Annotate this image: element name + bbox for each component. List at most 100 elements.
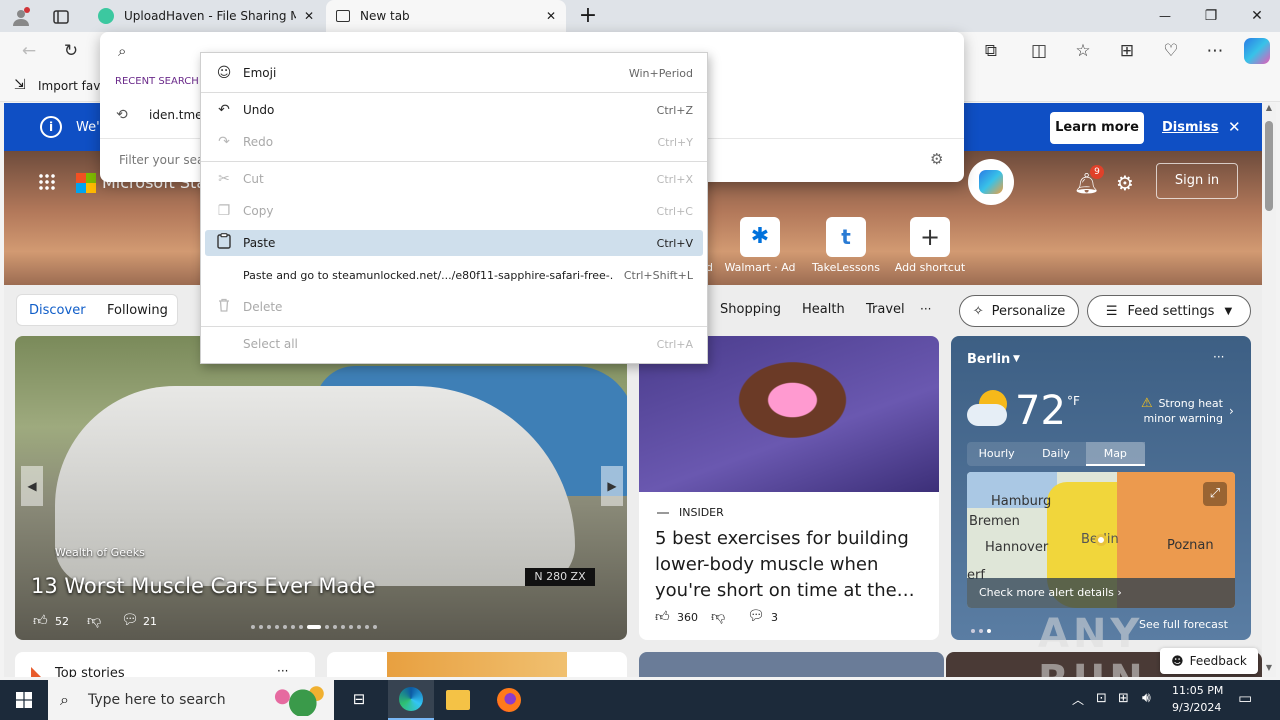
like-icon[interactable]: 👍︎	[655, 608, 670, 625]
tab-actions-icon[interactable]	[50, 6, 72, 28]
tab-map[interactable]: Map	[1085, 442, 1145, 466]
history-icon: ⟲	[116, 107, 128, 123]
personalize-button[interactable]: ✧ Personalize	[959, 295, 1079, 327]
menu-item-paste[interactable]: Paste Ctrl+V	[205, 230, 703, 256]
dislike-icon[interactable]: 👎︎	[87, 612, 101, 629]
carousel-prev-button[interactable]: ◀	[21, 466, 43, 506]
edge-taskbar-icon[interactable]	[388, 680, 434, 720]
comment-icon[interactable]: 💬︎	[121, 612, 139, 628]
filter-input[interactable]: Filter your sea	[119, 153, 204, 167]
back-button[interactable]: ←	[12, 34, 46, 68]
alert-details-link[interactable]: Check more alert details ›	[967, 578, 1235, 608]
weather-map[interactable]: Hamburg Bremen Hannover Berlin Poznan er…	[967, 472, 1235, 608]
tab-close-icon[interactable]: ✕	[546, 9, 556, 23]
infobar-close-icon[interactable]: ✕	[1228, 118, 1241, 136]
tab-discover[interactable]: Discover	[29, 303, 86, 318]
more-categories-icon[interactable]: ···	[920, 302, 931, 316]
menu-item-redo[interactable]: ↷ Redo Ctrl+Y	[205, 129, 703, 155]
weather-city[interactable]: Berlin	[967, 352, 1010, 367]
extensions-icon[interactable]: ⧉	[974, 34, 1008, 68]
article-card[interactable]: INSIDER 5 best exercises for building lo…	[639, 336, 939, 640]
notification-center-icon[interactable]: ▭	[1238, 689, 1252, 707]
favorites-icon[interactable]: ☆	[1066, 34, 1100, 68]
city-chevron-icon[interactable]: ▼	[1013, 354, 1020, 364]
tab-hourly[interactable]: Hourly	[967, 442, 1026, 466]
shortcut-takelessons[interactable]: t TakeLessons	[808, 217, 884, 277]
sign-in-button[interactable]: Sign in	[1156, 163, 1238, 199]
article-headline[interactable]: 13 Worst Muscle Cars Ever Made	[31, 574, 376, 598]
file-explorer-icon[interactable]	[446, 690, 470, 710]
tab-close-icon[interactable]: ✕	[304, 9, 314, 23]
shortcut-walmart[interactable]: ✱ Walmart · Ad	[722, 217, 798, 277]
shortcut-add[interactable]: + Add shortcut	[892, 217, 968, 277]
menu-item-shortcut: Ctrl+Z	[656, 103, 693, 117]
tray-app-icon[interactable]: ⊡	[1096, 691, 1107, 706]
category-health[interactable]: Health	[802, 302, 845, 317]
tab-following[interactable]: Following	[107, 303, 168, 318]
profile-icon[interactable]	[10, 6, 32, 28]
network-icon[interactable]: ⊞	[1118, 691, 1129, 706]
comment-icon[interactable]: 💬︎	[747, 608, 765, 624]
task-view-icon[interactable]: ⊟	[346, 690, 372, 710]
tray-chevron-icon[interactable]: ︿	[1072, 691, 1084, 708]
weather-alert-text[interactable]: Strong heat minor warning	[1141, 396, 1223, 426]
new-tab-button[interactable]: +	[576, 3, 600, 29]
learn-more-button[interactable]: Learn more	[1050, 112, 1144, 144]
weather-card[interactable]: Berlin ▼ ··· 72 °F ⚠ Strong heat minor w…	[951, 336, 1251, 640]
refresh-button[interactable]: ↻	[54, 34, 88, 68]
recent-item[interactable]: iden.tme	[149, 108, 203, 122]
dropdown-settings-icon[interactable]: ⚙	[930, 150, 943, 168]
menu-item-label: Redo	[243, 135, 274, 149]
alert-chevron-icon[interactable]: ›	[1229, 404, 1234, 418]
new-tab-favicon	[336, 10, 350, 22]
menu-item-copy[interactable]: ❐ Copy Ctrl+C	[205, 198, 703, 224]
taskbar-search[interactable]: ⌕ Type here to search	[48, 680, 334, 720]
collections-icon[interactable]: ⊞	[1110, 34, 1144, 68]
scroll-thumb[interactable]	[1265, 121, 1273, 211]
maximize-button[interactable]: ❐	[1188, 0, 1234, 32]
scroll-up-arrow[interactable]: ▲	[1262, 103, 1276, 117]
feed-settings-button[interactable]: ☰ Feed settings ▼	[1087, 295, 1251, 327]
menu-item-paste-and-go[interactable]: Paste and go to steamunlocked.net/.../e8…	[205, 262, 703, 288]
like-icon[interactable]: 👍︎	[33, 612, 48, 629]
start-button[interactable]	[0, 680, 48, 720]
anyrun-watermark: ANY RUN	[1038, 611, 1144, 677]
import-favorites-link[interactable]: Import favo	[38, 79, 108, 93]
weather-more-icon[interactable]: ···	[1213, 350, 1224, 364]
category-shopping[interactable]: Shopping	[720, 302, 781, 317]
story-card-2[interactable]	[327, 652, 627, 677]
performance-icon[interactable]: ♡	[1154, 34, 1188, 68]
article-source: Wealth of Geeks	[55, 546, 145, 559]
firefox-icon[interactable]	[497, 688, 521, 712]
dislike-icon[interactable]: 👎︎	[711, 608, 725, 625]
menu-item-undo[interactable]: ↶ Undo Ctrl+Z	[205, 97, 703, 123]
hero-article-card[interactable]: N 280 ZX ◀ ▶ Wealth of Geeks 13 Worst Mu…	[15, 336, 627, 640]
page-scrollbar[interactable]: ▲ ▼	[1262, 103, 1276, 677]
clock-time[interactable]: 11:05 PM	[1172, 684, 1223, 697]
menu-item-cut[interactable]: ✂ Cut Ctrl+X	[205, 166, 703, 192]
msn-settings-icon[interactable]: ⚙	[1116, 171, 1134, 195]
story-card-3[interactable]	[639, 652, 944, 677]
clock-date[interactable]: 9/3/2024	[1172, 701, 1221, 714]
settings-more-icon[interactable]: ⋯	[1198, 34, 1232, 68]
menu-item-select-all[interactable]: Select all Ctrl+A	[205, 331, 703, 357]
tab-uploadhaven[interactable]: UploadHaven - File Sharing Made ✕	[88, 0, 324, 32]
copilot-icon[interactable]	[1244, 38, 1270, 64]
expand-map-icon[interactable]: ⤢	[1203, 482, 1227, 506]
tab-daily[interactable]: Daily	[1026, 442, 1085, 466]
minimize-button[interactable]: —	[1142, 0, 1188, 32]
split-screen-icon[interactable]: ◫	[1022, 34, 1056, 68]
menu-item-emoji[interactable]: ☺ Emoji Win+Period	[205, 60, 703, 86]
dismiss-link[interactable]: Dismiss	[1162, 120, 1218, 135]
menu-item-delete[interactable]: Delete	[205, 294, 703, 320]
carousel-next-button[interactable]: ▶	[601, 466, 623, 506]
article-headline[interactable]: 5 best exercises for building lower-body…	[655, 526, 927, 604]
apps-grid-icon[interactable]	[38, 173, 56, 191]
close-window-button[interactable]: ✕	[1234, 0, 1280, 32]
tab-new-tab[interactable]: New tab ✕	[326, 0, 566, 32]
copilot-search-button[interactable]	[968, 159, 1014, 205]
top-stories-more-icon[interactable]: ···	[277, 664, 288, 677]
category-travel[interactable]: Travel	[866, 302, 905, 317]
volume-icon[interactable]: 🔊︎	[1142, 690, 1151, 706]
scroll-down-arrow[interactable]: ▼	[1262, 663, 1276, 677]
